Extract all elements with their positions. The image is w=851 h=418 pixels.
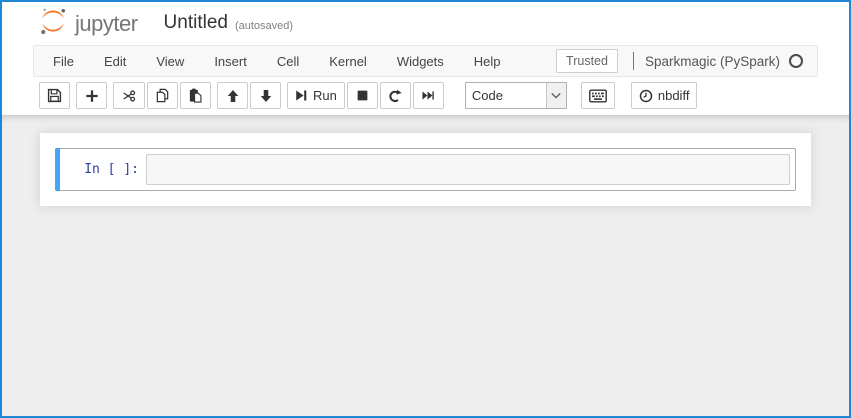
save-icon bbox=[47, 88, 62, 103]
notebook-panel: In [ ]: bbox=[2, 115, 849, 418]
jupyter-logo[interactable]: jupyter bbox=[38, 6, 138, 41]
menu-widgets[interactable]: Widgets bbox=[382, 46, 459, 77]
run-cell-button[interactable]: Run bbox=[287, 82, 345, 109]
jupyter-logo-icon bbox=[38, 6, 68, 41]
menu-edit[interactable]: Edit bbox=[89, 46, 141, 77]
menu-help[interactable]: Help bbox=[459, 46, 516, 77]
kernel-name: Sparkmagic (PySpark) bbox=[645, 54, 780, 69]
code-input[interactable] bbox=[146, 154, 790, 185]
restart-kernel-button[interactable] bbox=[380, 82, 411, 109]
menu-cell[interactable]: Cell bbox=[262, 46, 314, 77]
save-button[interactable] bbox=[39, 82, 70, 109]
paste-cell-button[interactable] bbox=[180, 82, 211, 109]
clock-icon bbox=[639, 89, 653, 103]
interrupt-kernel-button[interactable] bbox=[347, 82, 378, 109]
run-button-label: Run bbox=[313, 88, 337, 103]
nbdiff-button[interactable]: nbdiff bbox=[631, 82, 698, 109]
command-palette-button[interactable] bbox=[581, 82, 615, 109]
paste-icon bbox=[188, 88, 203, 103]
menu-insert[interactable]: Insert bbox=[199, 46, 262, 77]
jupyter-logo-text: jupyter bbox=[75, 11, 138, 37]
menu-file[interactable]: File bbox=[38, 46, 89, 77]
autosave-status: (autosaved) bbox=[235, 20, 293, 32]
notebook-header: jupyter Untitled (autosaved) bbox=[2, 2, 849, 44]
cell-type-value: Code bbox=[466, 83, 546, 108]
chevron-down-icon bbox=[546, 83, 566, 108]
kernel-idle-icon bbox=[789, 54, 803, 68]
jupyter-window: jupyter Untitled (autosaved) File Edit V… bbox=[0, 0, 851, 418]
selected-cell-indicator bbox=[55, 148, 60, 191]
fast-forward-icon bbox=[421, 89, 435, 102]
cell-type-dropdown[interactable]: Code bbox=[465, 82, 567, 109]
copy-icon bbox=[155, 88, 170, 103]
keyboard-icon bbox=[589, 89, 607, 103]
arrow-down-icon bbox=[259, 89, 273, 103]
kernel-divider bbox=[633, 52, 634, 70]
trusted-button[interactable]: Trusted bbox=[556, 49, 618, 73]
toolbar: Run bbox=[2, 77, 849, 115]
plus-icon bbox=[85, 89, 99, 103]
insert-cell-button[interactable] bbox=[76, 82, 107, 109]
nbdiff-button-label: nbdiff bbox=[658, 88, 690, 103]
move-cell-down-button[interactable] bbox=[250, 82, 281, 109]
stop-icon bbox=[356, 89, 369, 102]
copy-cell-button[interactable] bbox=[147, 82, 178, 109]
cut-cell-button[interactable] bbox=[113, 82, 145, 109]
scissors-icon bbox=[121, 89, 137, 103]
input-prompt: In [ ]: bbox=[56, 162, 146, 177]
menubar: File Edit View Insert Cell Kernel Widget… bbox=[33, 45, 818, 77]
arrow-up-icon bbox=[226, 89, 240, 103]
menu-kernel[interactable]: Kernel bbox=[314, 46, 382, 77]
move-cell-up-button[interactable] bbox=[217, 82, 248, 109]
restart-run-all-button[interactable] bbox=[413, 82, 444, 109]
menu-view[interactable]: View bbox=[141, 46, 199, 77]
menubar-row: File Edit View Insert Cell Kernel Widget… bbox=[2, 44, 849, 77]
refresh-icon bbox=[388, 89, 402, 103]
notebook-container: In [ ]: bbox=[40, 133, 811, 206]
notebook-title[interactable]: Untitled bbox=[164, 12, 228, 34]
step-forward-icon bbox=[295, 89, 308, 102]
code-cell[interactable]: In [ ]: bbox=[55, 148, 796, 191]
